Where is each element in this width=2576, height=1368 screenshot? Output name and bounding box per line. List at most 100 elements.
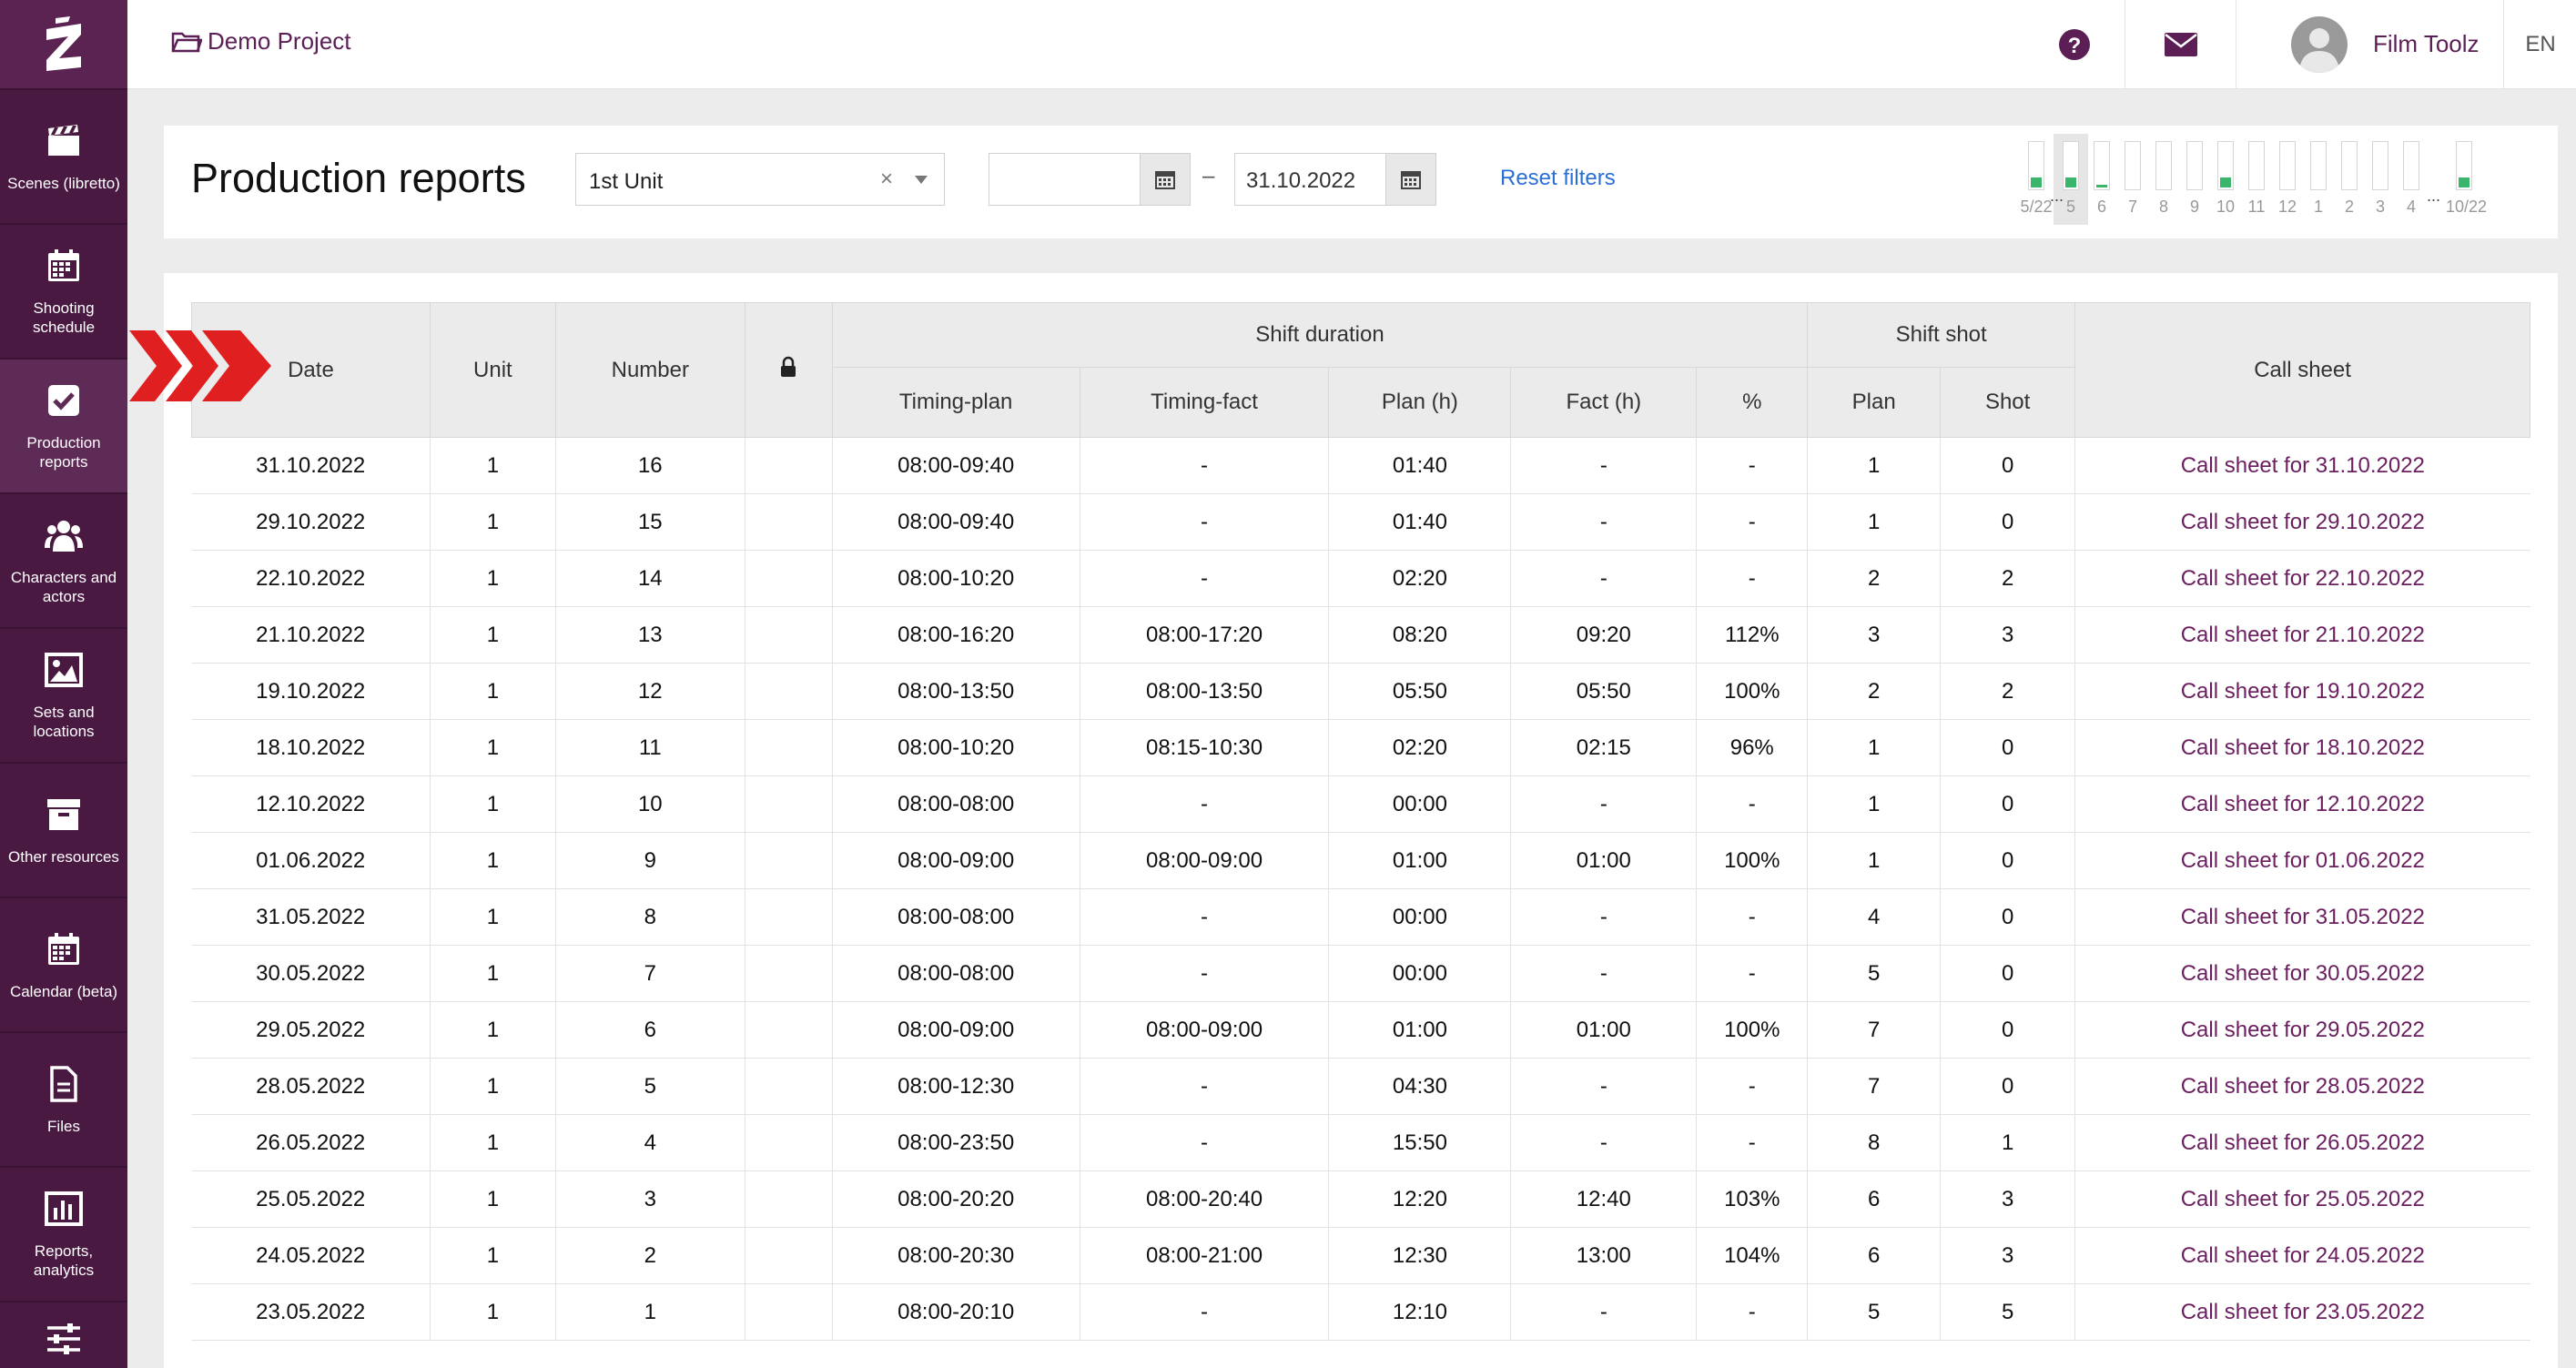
cell-plan-h: 00:00 [1328, 945, 1512, 1002]
col-lock[interactable] [744, 302, 833, 438]
col-timing-plan[interactable]: Timing-plan [831, 367, 1080, 438]
reports-table-card: Date Unit Number Shift duration Shift sh… [164, 273, 2558, 1368]
cell-date: 29.05.2022 [191, 1001, 431, 1059]
month-bar[interactable] [2155, 141, 2172, 190]
cell-plan-h: 15:50 [1328, 1114, 1512, 1171]
language-label: EN [2525, 31, 2556, 56]
nav-item-3[interactable]: Characters and actors [0, 494, 127, 629]
month-bar[interactable] [2372, 141, 2388, 190]
app-logo[interactable] [0, 0, 127, 90]
cell-call-sheet[interactable]: Call sheet for 23.05.2022 [2074, 1283, 2530, 1341]
chevron-down-icon[interactable] [915, 176, 928, 184]
sliders-icon [44, 1319, 84, 1359]
nav-item-2[interactable]: Production reports [0, 360, 127, 494]
table-row[interactable]: 18.10.2022 1 11 08:00-10:20 08:15-10:30 02:20… [191, 719, 2530, 776]
cell-fact-h: - [1510, 888, 1698, 946]
col-unit[interactable]: Unit [429, 302, 556, 438]
nav-item-8[interactable]: Reports, analytics [0, 1168, 127, 1302]
cell-call-sheet[interactable]: Call sheet for 31.10.2022 [2074, 437, 2530, 494]
cell-call-sheet[interactable]: Call sheet for 19.10.2022 [2074, 663, 2530, 720]
table-row[interactable]: 19.10.2022 1 12 08:00-13:50 08:00-13:50 05:50… [191, 663, 2530, 720]
cell-plan-h: 01:00 [1328, 1001, 1512, 1059]
date-to-input[interactable]: 31.10.2022 [1234, 153, 1436, 206]
user-menu[interactable]: Film Toolz [2236, 0, 2503, 88]
table-row[interactable]: 31.10.2022 1 16 08:00-09:40-01:40- -1 0 Call s… [191, 437, 2530, 494]
cell-call-sheet[interactable]: Call sheet for 12.10.2022 [2074, 775, 2530, 833]
col-timing-fact[interactable]: Timing-fact [1079, 367, 1330, 438]
cell-call-sheet[interactable]: Call sheet for 29.05.2022 [2074, 1001, 2530, 1059]
cell-timing-plan: 08:00-08:00 [832, 945, 1080, 1002]
cell-percent: - [1696, 775, 1809, 833]
table-row[interactable]: 21.10.2022 1 13 08:00-16:20 08:00-17:20 08:20… [191, 606, 2530, 664]
cell-number: 13 [555, 606, 745, 664]
month-bar[interactable] [2403, 141, 2419, 190]
nav-item-1[interactable]: Shooting schedule [0, 225, 127, 360]
month-bar[interactable] [2028, 141, 2044, 190]
date-from-input[interactable] [989, 153, 1191, 206]
col-number[interactable]: Number [554, 302, 745, 438]
table-row[interactable]: 23.05.2022 1 1 08:00-20:10-12:10- -5 5 Call sh… [191, 1283, 2530, 1341]
month-strip-ellipsis[interactable]: ... [2427, 187, 2440, 206]
nav-item-4[interactable]: Sets and locations [0, 629, 127, 764]
table-row[interactable]: 28.05.2022 1 5 08:00-12:30-04:30- -7 0 Call sh… [191, 1058, 2530, 1115]
month-bar[interactable] [2310, 141, 2327, 190]
month-bar[interactable] [2341, 141, 2358, 190]
month-bar[interactable] [2279, 141, 2296, 190]
help-button[interactable]: ? [2024, 0, 2125, 88]
table-row[interactable]: 26.05.2022 1 4 08:00-23:50-15:50- -8 1 Call sh… [191, 1114, 2530, 1171]
cell-call-sheet[interactable]: Call sheet for 28.05.2022 [2074, 1058, 2530, 1115]
month-bar[interactable] [2217, 141, 2234, 190]
nav-item-9[interactable] [0, 1302, 127, 1359]
table-row[interactable]: 22.10.2022 1 14 08:00-10:20-02:20- -2 2 Call s… [191, 550, 2530, 607]
col-fact-h[interactable]: Fact (h) [1510, 367, 1698, 438]
month-strip-ellipsis[interactable]: ... [2050, 187, 2064, 206]
clear-icon[interactable]: × [880, 167, 893, 192]
nav-item-5[interactable]: Other resources [0, 764, 127, 898]
table-row[interactable]: 01.06.2022 1 9 08:00-09:00 08:00-09:00 01:00 0… [191, 832, 2530, 889]
cell-call-sheet[interactable]: Call sheet for 25.05.2022 [2074, 1170, 2530, 1228]
month-bar[interactable] [2094, 141, 2110, 190]
month-bar[interactable] [2456, 141, 2472, 190]
col-percent[interactable]: % [1696, 367, 1809, 438]
svg-text:?: ? [2068, 34, 2082, 58]
cell-plan-h: 12:20 [1328, 1170, 1512, 1228]
cell-call-sheet[interactable]: Call sheet for 30.05.2022 [2074, 945, 2530, 1002]
cell-call-sheet[interactable]: Call sheet for 18.10.2022 [2074, 719, 2530, 776]
reset-filters-link[interactable]: Reset filters [1500, 166, 1616, 191]
month-bar[interactable] [2125, 141, 2141, 190]
month-bar[interactable] [2248, 141, 2265, 190]
cell-unit: 1 [430, 493, 556, 551]
project-breadcrumb[interactable]: Demo Project [171, 27, 351, 56]
cell-shot: 0 [1940, 1058, 2076, 1115]
table-row[interactable]: 29.10.2022 1 15 08:00-09:40-01:40- -1 0 Call s… [191, 493, 2530, 551]
calendar-icon[interactable] [1385, 154, 1435, 205]
cell-call-sheet[interactable]: Call sheet for 01.06.2022 [2074, 832, 2530, 889]
cell-call-sheet[interactable]: Call sheet for 26.05.2022 [2074, 1114, 2530, 1171]
cell-call-sheet[interactable]: Call sheet for 22.10.2022 [2074, 550, 2530, 607]
messages-button[interactable] [2125, 0, 2236, 88]
unit-select[interactable]: 1st Unit × [575, 153, 945, 206]
cell-percent: - [1696, 493, 1809, 551]
cell-call-sheet[interactable]: Call sheet for 29.10.2022 [2074, 493, 2530, 551]
col-call-sheet[interactable]: Call sheet [2074, 302, 2530, 438]
cell-call-sheet[interactable]: Call sheet for 31.05.2022 [2074, 888, 2530, 946]
language-switch[interactable]: EN [2503, 0, 2576, 88]
table-row[interactable]: 31.05.2022 1 8 08:00-08:00-00:00- -4 0 Call sh… [191, 888, 2530, 946]
nav-item-6[interactable]: Calendar (beta) [0, 898, 127, 1033]
cell-call-sheet[interactable]: Call sheet for 24.05.2022 [2074, 1227, 2530, 1284]
nav-item-0[interactable]: Scenes (libretto) [0, 90, 127, 225]
col-plan[interactable]: Plan [1807, 367, 1942, 438]
month-bar-fill [2031, 177, 2042, 187]
col-plan-h[interactable]: Plan (h) [1328, 367, 1512, 438]
month-bar[interactable] [2063, 141, 2079, 190]
nav-item-7[interactable]: Files [0, 1033, 127, 1168]
table-row[interactable]: 25.05.2022 1 3 08:00-20:20 08:00-20:40 12:20 1… [191, 1170, 2530, 1228]
table-row[interactable]: 30.05.2022 1 7 08:00-08:00-00:00- -5 0 Call sh… [191, 945, 2530, 1002]
table-row[interactable]: 12.10.2022 1 10 08:00-08:00-00:00- -1 0 Call s… [191, 775, 2530, 833]
cell-call-sheet[interactable]: Call sheet for 21.10.2022 [2074, 606, 2530, 664]
table-row[interactable]: 29.05.2022 1 6 08:00-09:00 08:00-09:00 01:00 0… [191, 1001, 2530, 1059]
col-shot[interactable]: Shot [1940, 367, 2076, 438]
month-bar[interactable] [2186, 141, 2203, 190]
calendar-icon[interactable] [1140, 154, 1190, 205]
table-row[interactable]: 24.05.2022 1 2 08:00-20:30 08:00-21:00 12:30 1… [191, 1227, 2530, 1284]
